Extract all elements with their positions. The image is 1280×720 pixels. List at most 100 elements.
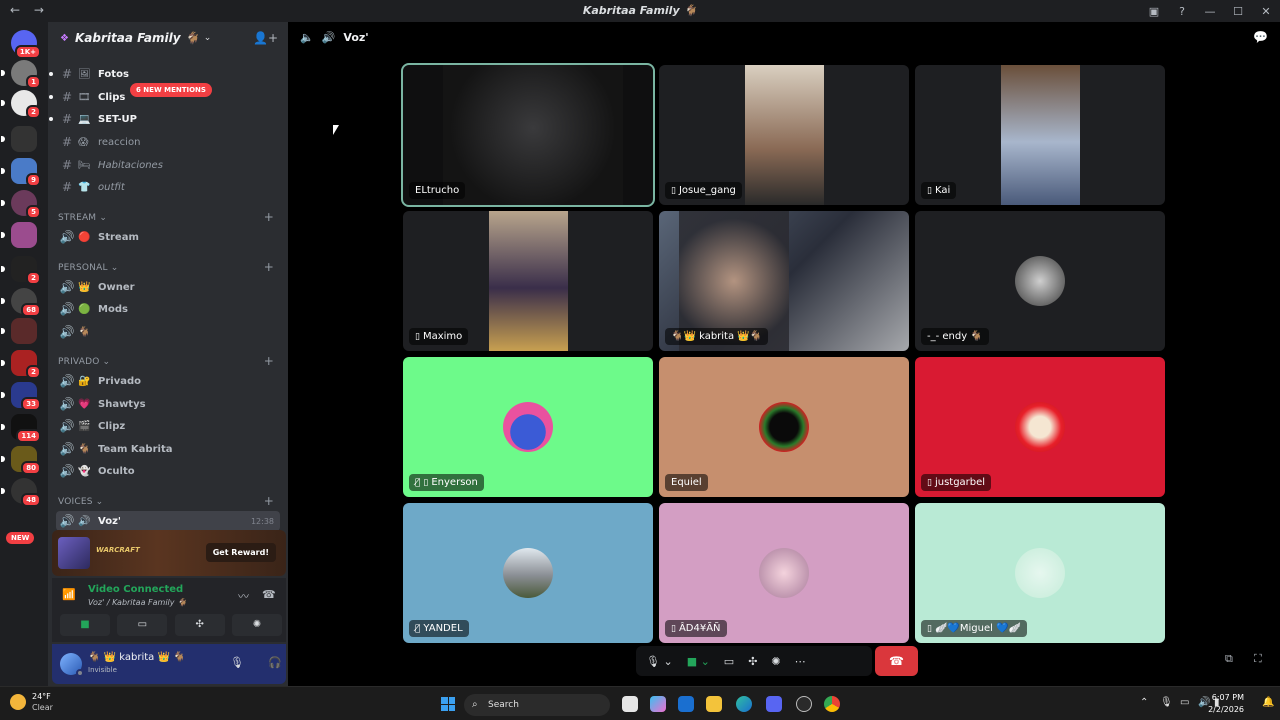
participant-tile[interactable]: ▯ Maximo [403, 211, 653, 351]
voice-channel-privado[interactable]: 🔊 🔐 Privado [56, 371, 280, 391]
voice-status[interactable]: Video Connected [88, 584, 183, 595]
app-icon[interactable] [796, 696, 812, 712]
system-clock[interactable]: 6:07 PM 2/2/2026 [1208, 692, 1244, 716]
server-icon[interactable]: 80 [1, 446, 41, 475]
inbox-icon[interactable]: ▣ [1140, 5, 1168, 18]
server-icon[interactable]: 68 [1, 288, 41, 317]
server-icon[interactable]: 114 [1, 414, 41, 443]
add-channel-icon[interactable]: + [264, 354, 274, 368]
headphones-icon[interactable]: 🎧 [268, 656, 282, 669]
camera-icon[interactable]: ■ ⌄ [687, 655, 710, 668]
screen-share-icon[interactable]: ▭ [724, 655, 734, 668]
leave-call-button[interactable]: ☎ [875, 646, 918, 676]
signal-icon[interactable]: 📶 [62, 588, 76, 601]
get-reward-button[interactable]: Get Reward! [205, 543, 276, 562]
channel-setup[interactable]: # 💻 SET-UP [49, 109, 280, 129]
voice-location[interactable]: Voz' / Kabritaa Family 🐐 [88, 598, 187, 607]
participant-tile[interactable]: ▯ ÂD4¥ÃÑ [659, 503, 909, 643]
voice-channel-stream[interactable]: 🔊 🔴 Stream [56, 227, 280, 247]
participant-tile[interactable]: ▯ Kai [915, 65, 1165, 205]
voice-channel-team-kabrita[interactable]: 🔊 🐐 Team Kabrita [56, 439, 280, 459]
minimize-icon[interactable]: — [1196, 5, 1224, 18]
server-icon[interactable] [1, 126, 37, 152]
server-icon[interactable]: 1 [1, 60, 41, 89]
edge-icon[interactable] [736, 696, 752, 712]
add-channel-icon[interactable]: + [264, 210, 274, 224]
avatar[interactable] [60, 653, 84, 677]
voice-channel-oculto[interactable]: 🔊 👻 Oculto [56, 461, 280, 481]
voice-channel-goat[interactable]: 🔊 🐐 [56, 322, 280, 342]
category-voices[interactable]: VOICES ⌄ + [58, 494, 278, 508]
promo-banner[interactable]: WARCRAFT Get Reward! [52, 530, 286, 576]
popout-icon[interactable]: ⧉ [1225, 652, 1233, 666]
microphone-icon[interactable]: 🎙 [230, 656, 244, 669]
server-icon[interactable]: 5 [1, 190, 41, 219]
activities-icon[interactable]: ✣ [748, 655, 757, 668]
participant-tile[interactable]: ▯ 🪽💙Miguel 💙🪽 [915, 503, 1165, 643]
participant-tile[interactable]: 🎙̸ ▯ Enyerson [403, 357, 653, 497]
participant-tile[interactable]: ▯ Josue_gang [659, 65, 909, 205]
search-box[interactable]: ⌕ Search [464, 694, 610, 716]
category-personal[interactable]: PERSONAL ⌄ + [58, 260, 278, 274]
copilot-icon[interactable] [650, 696, 666, 712]
start-button[interactable] [441, 697, 455, 711]
help-icon[interactable]: ? [1168, 5, 1196, 18]
voice-channel-shawtys[interactable]: 🔊 💗 Shawtys [56, 394, 280, 414]
soundboard-icon[interactable]: ✺ [771, 655, 780, 668]
chat-bubble-icon[interactable]: 💬 [1253, 30, 1268, 44]
server-icon[interactable] [1, 318, 37, 344]
channel-reaccion[interactable]: # 😱 reaccion [56, 132, 280, 152]
username[interactable]: 🐐 👑 kabrita 👑 🐐 [88, 652, 186, 663]
voice-channel-voz[interactable]: 🔊 🔊 Voz' 12:38 [56, 511, 280, 531]
new-servers-badge[interactable]: NEW [6, 532, 35, 544]
channel-outfit[interactable]: # 👕 outfit [56, 177, 280, 197]
activities-button[interactable]: ✣ [174, 614, 225, 636]
speaker-icon[interactable]: 🔈 [300, 31, 314, 44]
invite-people-icon[interactable]: 👤+ [253, 31, 278, 45]
add-channel-icon[interactable]: + [264, 260, 274, 274]
new-mentions-pill[interactable]: 6 NEW MENTIONS [130, 83, 212, 97]
category-privado[interactable]: PRIVADO ⌄ + [58, 354, 278, 368]
notification-bell-icon[interactable]: 🔔 [1262, 697, 1274, 708]
participant-tile[interactable]: ELtrucho [401, 63, 655, 207]
server-header[interactable]: ❖ Kabritaa Family 🐐 ⌄ 👤+ [48, 22, 288, 54]
file-explorer-icon[interactable] [706, 696, 722, 712]
fullscreen-icon[interactable]: ⛶ [1254, 652, 1262, 666]
server-icon[interactable] [1, 222, 37, 248]
screen-share-button[interactable]: ▭ [117, 614, 168, 636]
maximize-icon[interactable]: ☐ [1224, 5, 1252, 18]
server-icon[interactable]: 2 [1, 256, 41, 285]
direct-messages-icon[interactable]: 1K+ [11, 30, 41, 59]
channel-fotos[interactable]: # 🖼 Fotos [49, 64, 280, 84]
chevron-up-icon[interactable]: ⌃ [1140, 697, 1148, 708]
category-stream[interactable]: STREAM ⌄ + [58, 210, 278, 224]
outlook-icon[interactable] [678, 696, 694, 712]
server-icon[interactable]: 9 [1, 158, 41, 187]
soundboard-button[interactable]: ✺ [231, 614, 282, 636]
camera-button[interactable]: ■ [60, 614, 110, 636]
chrome-icon[interactable] [824, 696, 840, 712]
add-channel-icon[interactable]: + [264, 494, 274, 508]
noise-suppression-icon[interactable]: 〰 [238, 588, 249, 604]
channel-habitaciones[interactable]: # 🛏 Habitaciones [56, 155, 280, 175]
participant-tile[interactable]: ▯ justgarbel [915, 357, 1165, 497]
display-icon[interactable]: ▭ [1180, 697, 1189, 708]
microphone-icon[interactable]: 🎙 ⌄ [646, 655, 673, 668]
voice-channel-mods[interactable]: 🔊 🟢 Mods [56, 299, 280, 319]
disconnect-icon[interactable]: ☎ [262, 588, 276, 601]
more-options-icon[interactable]: ⋯ [795, 655, 806, 668]
participant-tile[interactable]: 🎙̸ YANDEL [403, 503, 653, 643]
microphone-icon[interactable]: 🎙 [1160, 697, 1173, 708]
server-icon[interactable]: 2 [1, 90, 41, 119]
voice-channel-owner[interactable]: 🔊 👑 Owner [56, 277, 280, 297]
task-view-icon[interactable] [622, 696, 638, 712]
server-icon[interactable]: 2 [1, 350, 41, 379]
participant-tile[interactable]: -_- endy 🐐 [915, 211, 1165, 351]
server-icon[interactable]: 48 [1, 478, 41, 507]
server-icon[interactable]: 33 [1, 382, 41, 411]
close-icon[interactable]: ✕ [1252, 5, 1280, 18]
participant-tile[interactable]: 🐐👑 kabrita 👑🐐 [659, 211, 909, 351]
participant-tile[interactable]: Equiel [659, 357, 909, 497]
voice-channel-clipz[interactable]: 🔊 🎬 Clipz [56, 416, 280, 436]
discord-icon[interactable] [766, 696, 782, 712]
